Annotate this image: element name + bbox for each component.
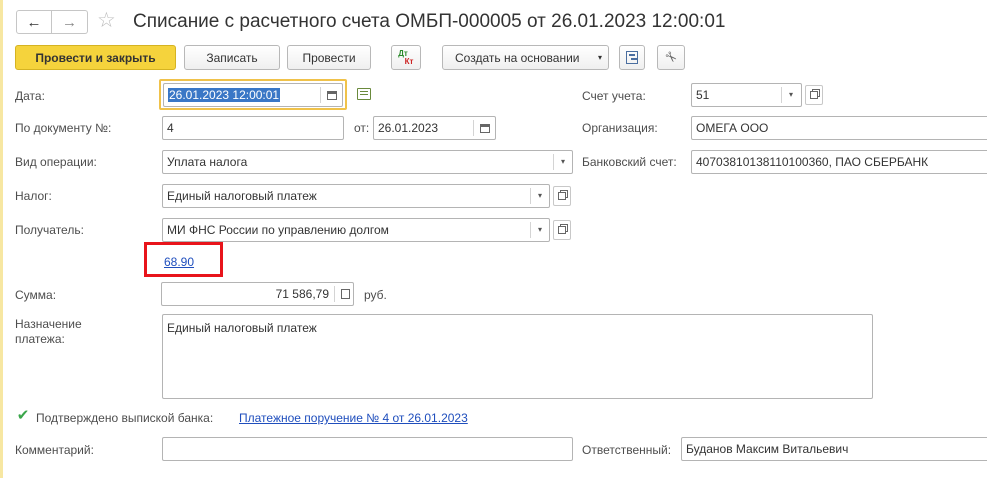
save-label: Записать	[206, 50, 258, 65]
dt-kt-button[interactable]: Дт Кт	[391, 45, 421, 70]
post-and-close-label: Провести и закрыть	[35, 50, 156, 65]
checkmark-icon: ✔	[16, 407, 30, 424]
from-label: от:	[354, 121, 370, 135]
purpose-value: Единый налоговый платеж	[167, 321, 317, 335]
account-label: Счет учета:	[582, 89, 646, 103]
document-open-icon[interactable]	[357, 88, 371, 100]
from-date-value: 26.01.2023	[378, 121, 439, 135]
date-field[interactable]: 26.01.2023 12:00:01	[163, 83, 343, 107]
operation-type-label: Вид операции:	[15, 155, 97, 169]
organization-label: Организация:	[582, 121, 658, 135]
from-date-field[interactable]: 26.01.2023	[373, 116, 496, 140]
tax-label: Налог:	[15, 189, 52, 203]
doc-number-label: По документу №:	[15, 121, 112, 135]
forward-button[interactable]: →	[52, 10, 88, 34]
calculator-icon[interactable]	[336, 284, 353, 304]
post-button[interactable]: Провести	[287, 45, 371, 70]
arrow-left-icon: ←	[26, 13, 42, 31]
organization-field[interactable]: ОМЕГА ООО	[691, 116, 987, 140]
chevron-down-icon[interactable]: ▾	[554, 152, 572, 172]
chevron-down-icon[interactable]: ▾	[531, 186, 549, 206]
date-value: 26.01.2023 12:00:01	[168, 88, 281, 102]
responsible-value: Буданов Максим Витальевич	[686, 442, 849, 456]
tax-value: Единый налоговый платеж	[167, 189, 317, 203]
open-icon	[810, 91, 818, 99]
comment-field[interactable]	[162, 437, 573, 461]
structure-button[interactable]	[619, 45, 645, 70]
chevron-down-icon[interactable]: ▾	[782, 85, 800, 105]
account-open-button[interactable]	[805, 85, 823, 105]
arrow-right-icon: →	[62, 13, 77, 31]
purpose-textarea[interactable]: Единый налоговый платеж	[162, 314, 873, 399]
purpose-label-line2: платежа:	[15, 332, 65, 346]
open-icon	[558, 192, 566, 200]
star-icon[interactable]: ☆	[97, 9, 116, 33]
create-based-on-label: Создать на основании	[455, 50, 580, 65]
operation-type-value: Уплата налога	[167, 155, 248, 169]
kt-label: Кт	[404, 56, 414, 66]
doc-number-value: 4	[167, 121, 174, 135]
account-code-link[interactable]: 68.90	[164, 255, 194, 269]
sum-value: 71 586,79	[275, 287, 329, 301]
purpose-label-line1: Назначение	[15, 317, 82, 331]
structure-icon	[626, 51, 638, 64]
save-button[interactable]: Записать	[184, 45, 280, 70]
sum-field[interactable]: 71 586,79	[161, 282, 354, 306]
page-title: Списание с расчетного счета ОМБП-000005 …	[133, 11, 726, 32]
tax-open-button[interactable]	[553, 186, 571, 206]
attach-button[interactable]: ✂	[657, 45, 685, 70]
post-label: Провести	[302, 50, 356, 65]
create-based-on-button[interactable]: Создать на основании ▾	[442, 45, 609, 70]
post-and-close-button[interactable]: Провести и закрыть	[15, 45, 176, 70]
recipient-label: Получатель:	[15, 223, 84, 237]
recipient-open-button[interactable]	[553, 220, 571, 240]
responsible-field[interactable]: Буданов Максим Витальевич	[681, 437, 987, 461]
account-value: 51	[696, 88, 710, 102]
confirmed-checkbox[interactable]: ✔	[15, 408, 31, 424]
tax-select[interactable]: Единый налоговый платеж ▾	[162, 184, 550, 208]
open-icon	[558, 226, 566, 234]
responsible-label: Ответственный:	[582, 443, 672, 457]
window-left-edge	[0, 0, 3, 478]
calendar-icon[interactable]	[323, 85, 341, 105]
bank-account-label: Банковский счет:	[582, 155, 677, 169]
comment-label: Комментарий:	[15, 443, 94, 457]
recipient-value: МИ ФНС России по управлению долгом	[167, 223, 389, 237]
calendar-icon[interactable]	[476, 118, 494, 138]
date-label: Дата:	[15, 89, 45, 103]
doc-number-field[interactable]: 4	[162, 116, 344, 140]
back-button[interactable]: ←	[16, 10, 52, 34]
recipient-select[interactable]: МИ ФНС России по управлению долгом ▾	[162, 218, 550, 242]
operation-type-select[interactable]: Уплата налога ▾	[162, 150, 573, 174]
organization-value: ОМЕГА ООО	[696, 121, 769, 135]
bank-account-value: 40703810138110100360, ПАО СБЕРБАНК	[696, 155, 929, 169]
chevron-down-icon[interactable]: ▾	[531, 220, 549, 240]
account-select[interactable]: 51 ▾	[691, 83, 802, 107]
bank-account-field[interactable]: 40703810138110100360, ПАО СБЕРБАНК	[691, 150, 987, 174]
payment-order-link[interactable]: Платежное поручение № 4 от 26.01.2023	[239, 411, 468, 425]
sum-label: Сумма:	[15, 288, 57, 302]
confirmed-label: Подтверждено выпиской банка:	[36, 411, 214, 425]
currency-label: руб.	[364, 288, 387, 302]
paperclip-icon: ✂	[661, 47, 682, 67]
dropdown-arrow-icon: ▾	[597, 53, 602, 62]
